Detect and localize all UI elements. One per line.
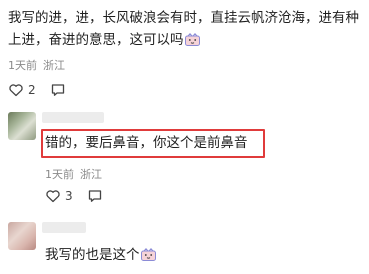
reply-actions: 3 (45, 188, 121, 204)
comment-location: 浙江 (43, 59, 65, 72)
like-count: 3 (65, 189, 73, 203)
username-redacted[interactable] (42, 222, 86, 233)
heart-icon (9, 84, 23, 97)
username-redacted[interactable] (42, 112, 104, 123)
comment-meta: 1天前 浙江 (8, 57, 65, 73)
reply-location: 浙江 (80, 168, 102, 181)
reply-button[interactable] (87, 188, 107, 204)
comment-bubble-icon (88, 190, 101, 202)
reply-meta: 1天前 浙江 (45, 166, 102, 182)
highlight-box (41, 129, 265, 158)
shy-face-emoji-icon (184, 31, 200, 46)
like-button[interactable]: 3 (45, 188, 73, 204)
like-count: 2 (28, 83, 36, 97)
comment-bubble-icon (51, 84, 64, 96)
shy-face-emoji-icon (140, 248, 156, 261)
heart-icon (46, 190, 60, 203)
comment-time: 1天前 (8, 59, 37, 72)
comment-actions: 2 (8, 82, 84, 98)
like-button[interactable]: 2 (8, 82, 36, 98)
reply-time: 1天前 (45, 168, 74, 181)
avatar[interactable] (8, 112, 36, 140)
comment-text: 我写的进，进，长风破浪会有时，直挂云帆济沧海，进有种上进，奋进的意思，这可以吗 (8, 10, 359, 48)
reply-button[interactable] (50, 82, 70, 98)
avatar[interactable] (8, 222, 36, 250)
reply-text: 我写的也是这个 (45, 246, 156, 264)
